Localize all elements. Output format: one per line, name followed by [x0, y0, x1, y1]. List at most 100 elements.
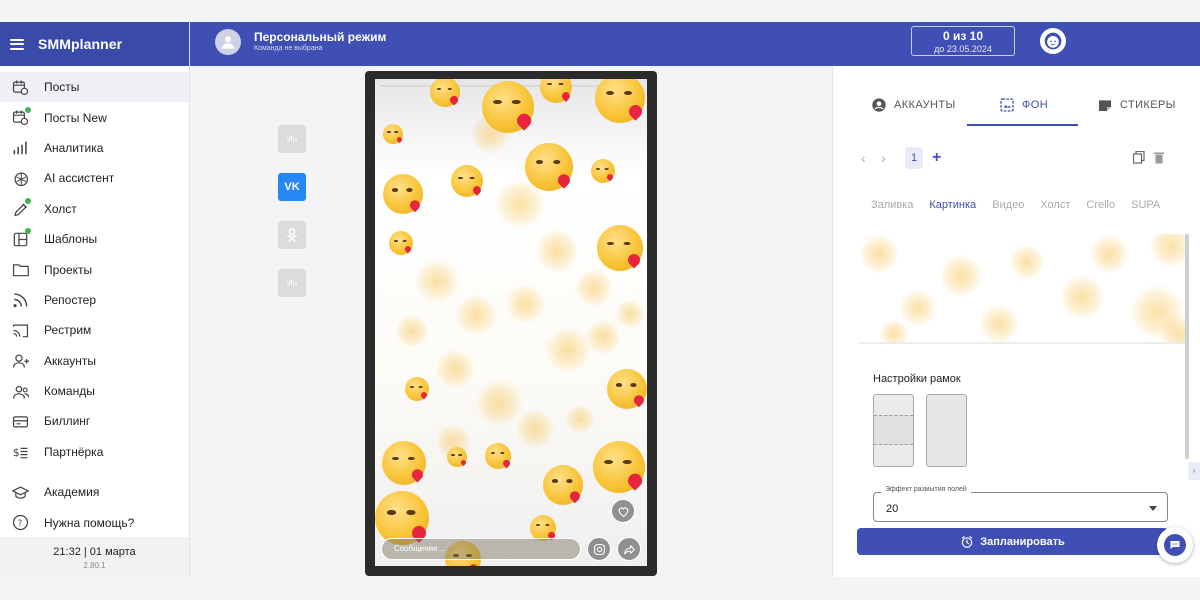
subtab-4[interactable]: Crello	[1086, 199, 1115, 211]
social-button-vk[interactable]: VK	[278, 173, 306, 201]
frame-option-full[interactable]	[926, 394, 967, 467]
instagram-camera-icon	[593, 543, 605, 555]
blurred-emoji	[879, 319, 909, 342]
frame-option-banded[interactable]	[873, 394, 914, 467]
tab-label: СТИКЕРЫ	[1120, 99, 1176, 111]
story-like-button[interactable]	[611, 499, 635, 523]
tab-stickers[interactable]: СТИКЕРЫ	[1097, 83, 1176, 127]
trash-icon[interactable]	[1153, 151, 1165, 164]
kiss-emoji	[607, 369, 647, 409]
subtab-1[interactable]: Картинка	[929, 199, 976, 211]
kiss-emoji	[382, 441, 426, 485]
sidebar-item-label: Репостер	[44, 292, 97, 307]
blurred-emoji	[565, 404, 595, 434]
subtab-0[interactable]: Заливка	[871, 199, 913, 211]
sidebar-item-8[interactable]: Рестрим	[0, 315, 189, 345]
story-screen[interactable]: Сообщение...	[375, 79, 647, 566]
subtab-5[interactable]: SUPA	[1131, 199, 1160, 211]
slide-number[interactable]: 1	[905, 147, 923, 169]
tab-accounts[interactable]: АККАУНТЫ	[871, 83, 956, 127]
sidebar-item-label: Аналитика	[44, 140, 104, 155]
blur-effect-select[interactable]: Эффект размытия полей 20	[873, 486, 1168, 522]
user-plus-icon	[11, 352, 29, 370]
tab-background[interactable]: ФОН	[999, 83, 1048, 127]
background-source-tabs: Заливка Картинка Видео Холст Crello SUPA	[871, 199, 1176, 211]
social-button-instagram[interactable]: Ин	[278, 125, 306, 153]
kiss-emoji	[540, 79, 572, 103]
graduation-cap-icon	[11, 483, 29, 501]
team-avatar[interactable]	[215, 29, 241, 55]
sidebar-item-bottom-1[interactable]: ? Нужна помощь?	[0, 507, 189, 537]
blurred-emoji	[505, 284, 545, 324]
blurred-emoji	[899, 289, 937, 327]
sidebar-item-3[interactable]: AI ассистент	[0, 163, 189, 193]
sidebar-item-label: Проекты	[44, 262, 93, 277]
chevron-left-icon[interactable]: ‹	[861, 150, 881, 166]
post-quota[interactable]: 0 из 10 до 23.05.2024	[911, 26, 1015, 56]
background-image-preview[interactable]	[859, 234, 1185, 344]
blurred-emoji	[435, 349, 475, 389]
blurred-emoji	[615, 299, 645, 329]
rss-icon	[11, 291, 29, 309]
sidebar-item-10[interactable]: Команды	[0, 376, 189, 406]
social-label: Ин	[286, 134, 298, 144]
story-message-input[interactable]: Сообщение...	[381, 538, 581, 560]
ai-knot-icon	[11, 169, 29, 187]
copy-icon[interactable]	[1132, 150, 1145, 164]
subtab-2[interactable]: Видео	[992, 199, 1024, 211]
sidebar-item-0[interactable]: Посты	[0, 72, 189, 103]
sidebar-item-bottom-0[interactable]: Академия	[0, 477, 189, 507]
schedule-button[interactable]: Запланировать	[857, 528, 1168, 555]
sidebar-item-label: Холст	[44, 201, 77, 216]
person-icon	[222, 36, 234, 49]
sidebar-item-11[interactable]: Биллинг	[0, 406, 189, 436]
calendar-new-icon	[11, 106, 31, 127]
blurred-emoji	[545, 327, 591, 373]
add-slide-icon[interactable]: +	[932, 149, 941, 167]
heart-icon	[618, 506, 628, 517]
image-frame-icon	[1000, 98, 1014, 112]
social-button-ok[interactable]	[278, 221, 306, 249]
blurred-emoji	[1089, 234, 1129, 274]
blur-effect-label: Эффект размытия полей	[881, 486, 971, 493]
brand-name[interactable]: SMMplanner	[38, 36, 122, 52]
sidebar-item-label: Нужна помощь?	[44, 515, 135, 530]
panel-scrollbar[interactable]	[1185, 234, 1189, 459]
kiss-emoji	[430, 79, 460, 107]
sticker-icon	[1099, 100, 1111, 111]
sidebar-item-5[interactable]: Шаблоны	[0, 224, 189, 254]
tab-label: ФОН	[1022, 99, 1049, 111]
mode-title[interactable]: Персональный режим	[254, 30, 386, 44]
social-button-instagram-2[interactable]: Ин	[278, 269, 306, 297]
kiss-emoji	[482, 81, 534, 133]
sidebar-item-label: Посты	[44, 80, 80, 95]
quota-expiry: до 23.05.2024	[934, 44, 992, 54]
sidebar-item-2[interactable]: Аналитика	[0, 133, 189, 163]
alarm-clock-icon	[962, 535, 973, 548]
support-chat-button[interactable]	[1157, 527, 1193, 563]
sidebar-item-label: Рестрим	[44, 323, 92, 338]
chevron-right-icon[interactable]: ›	[881, 150, 901, 166]
blur-effect-value: 20	[886, 503, 899, 515]
subtab-3[interactable]: Холст	[1040, 199, 1070, 211]
kiss-emoji	[525, 143, 573, 191]
story-phone-preview: Сообщение...	[365, 71, 657, 576]
frame-band	[874, 415, 913, 445]
menu-icon[interactable]	[10, 38, 24, 50]
bar-chart-icon	[11, 139, 29, 157]
sidebar-item-6[interactable]: Проекты	[0, 254, 189, 284]
sidebar-item-4[interactable]: Холст	[0, 194, 189, 224]
story-camera-button[interactable]	[587, 537, 611, 561]
collapse-handle[interactable]: ›	[1188, 462, 1200, 480]
vk-icon: VK	[284, 181, 300, 193]
sidebar-item-9[interactable]: Аккаунты	[0, 346, 189, 376]
app-version: 2.80.1	[83, 561, 106, 570]
sidebar-item-1[interactable]: Посты New	[0, 102, 189, 132]
sidebar-item-7[interactable]: Репостер	[0, 285, 189, 315]
sidebar-item-12[interactable]: $ Партнёрка	[0, 437, 189, 467]
calendar-clock-icon	[11, 78, 29, 96]
story-share-button[interactable]	[617, 537, 641, 561]
app-frame: SMMplanner Посты Посты New Аналитика AI асс…	[0, 22, 1200, 577]
user-avatar[interactable]	[1040, 28, 1066, 54]
kiss-emoji	[595, 79, 645, 123]
